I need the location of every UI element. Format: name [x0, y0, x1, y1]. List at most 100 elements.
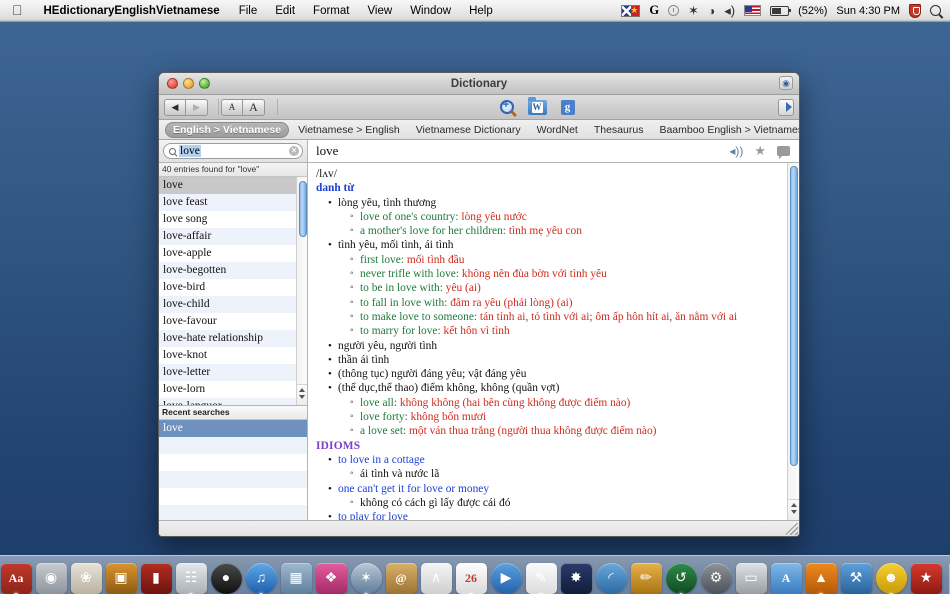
flag-uk-vietnam-icon[interactable] [621, 4, 641, 17]
list-item[interactable]: love [159, 177, 296, 194]
idiom-english[interactable]: one can't get it for love or money [338, 483, 489, 495]
dock-item-app-store[interactable]: A [770, 563, 802, 594]
word-list-scrollbar[interactable] [296, 177, 307, 405]
tab-wordnet[interactable]: WordNet [530, 123, 585, 137]
dock-item-xcode[interactable]: ⚒ [840, 563, 872, 594]
navigation-buttons: ◀ ▶ [164, 98, 208, 116]
menu-item-edit[interactable]: Edit [266, 5, 304, 17]
dock-item-address-book[interactable]: @ [385, 563, 417, 594]
dock-item-image-capture[interactable]: ◉ [35, 563, 67, 594]
wifi-icon[interactable]: ◑ [708, 4, 715, 18]
idiom-english[interactable]: to play for love [338, 511, 408, 520]
google-icon[interactable]: g [560, 99, 575, 115]
list-item[interactable]: love-favour [159, 313, 296, 330]
back-button[interactable]: ◀ [164, 98, 186, 116]
sense-item: (thể dục,thể thao) điểm không, không (qu… [328, 381, 782, 438]
speaker-pronounce-icon[interactable]: ◂)) [729, 144, 743, 158]
tab-vietnamese-dictionary[interactable]: Vietnamese Dictionary [409, 123, 528, 137]
flag-us-icon[interactable] [744, 5, 762, 16]
list-item[interactable]: love-letter [159, 364, 296, 381]
g-status-icon[interactable]: G [649, 3, 659, 18]
menu-item-window[interactable]: Window [401, 5, 460, 17]
dock-item-stuffit[interactable]: ✸ [560, 563, 592, 594]
dock-item-safari[interactable]: ✶ [350, 563, 382, 594]
dock-item-itunes[interactable]: ♫ [245, 563, 277, 594]
dock-item-vlc[interactable]: ▲ [805, 563, 837, 594]
minimize-button[interactable] [183, 78, 194, 89]
scrollbar-arrows[interactable] [788, 499, 799, 520]
scrollbar-thumb[interactable] [789, 166, 798, 466]
list-item[interactable]: love-affair [159, 228, 296, 245]
dock-item-dvd-disc[interactable]: ● [210, 563, 242, 594]
word-list[interactable]: love love feast love song love-affair lo… [159, 177, 296, 405]
tab-thesaurus[interactable]: Thesaurus [587, 123, 651, 137]
dock-item-dictionary[interactable]: Aa [0, 563, 32, 594]
resize-handle[interactable] [786, 523, 798, 535]
menu-item-format[interactable]: Format [304, 5, 358, 17]
toolbar-toggle-icon[interactable]: ◉ [779, 76, 793, 90]
dock-item-promo-app[interactable]: ★ [910, 563, 942, 594]
list-item[interactable]: love [159, 420, 307, 437]
dock-item-spaces[interactable]: ▦ [280, 563, 312, 594]
dock-item-facetime[interactable]: ▶ [490, 563, 522, 594]
dock-item-textedit[interactable]: ✎ [525, 563, 557, 594]
list-item[interactable]: love-knot [159, 347, 296, 364]
zoom-in-icon[interactable] [499, 99, 514, 114]
forward-button[interactable]: ▶ [186, 98, 208, 116]
dock-item-system-prefs[interactable]: ⚙ [700, 563, 732, 594]
dock-item-openoffice[interactable]: ◜ [595, 563, 627, 594]
window-titlebar[interactable]: Dictionary ◉ [159, 73, 799, 95]
dock-item-photo-booth[interactable]: ▣ [105, 563, 137, 594]
decrease-font-button[interactable]: A [221, 98, 243, 116]
dock-item-ilife[interactable]: ❖ [315, 563, 347, 594]
scrollbar-thumb[interactable] [298, 181, 307, 237]
open-drawer-icon[interactable] [778, 98, 794, 116]
list-item[interactable]: love-child [159, 296, 296, 313]
bluetooth-icon[interactable]: ✶ [688, 3, 699, 19]
list-item[interactable]: love-hate relationship [159, 330, 296, 347]
menu-item-help[interactable]: Help [460, 5, 502, 17]
recent-searches-list[interactable]: love [159, 420, 307, 520]
close-button[interactable] [167, 78, 178, 89]
dock-item-timemachine[interactable]: ↺ [665, 563, 697, 594]
dock-item-preview[interactable]: ☷ [175, 563, 207, 594]
dock-item-smiley-app[interactable]: ☻ [875, 563, 907, 594]
dock-item-ichat[interactable]: ∧ [420, 563, 452, 594]
list-item[interactable]: love-bird [159, 279, 296, 296]
time-machine-icon[interactable] [668, 5, 680, 16]
increase-font-button[interactable]: A [243, 98, 265, 116]
dock-item-dvd-player[interactable]: ▮ [140, 563, 172, 594]
list-item[interactable]: love song [159, 211, 296, 228]
menu-item-file[interactable]: File [230, 5, 267, 17]
spotlight-search-icon[interactable] [930, 5, 941, 16]
clear-search-icon[interactable]: ✕ [289, 146, 299, 156]
note-comment-icon[interactable] [777, 146, 790, 159]
apple-menu-icon[interactable]:  [0, 3, 34, 17]
dock-item-unarchiver[interactable]: ✏ [630, 563, 662, 594]
list-item[interactable]: love-begotten [159, 262, 296, 279]
list-item[interactable]: love-apple [159, 245, 296, 262]
definition-scrollbar[interactable] [787, 163, 799, 520]
list-item[interactable]: love-languor [159, 398, 296, 405]
dock-item-iphoto[interactable]: ❀ [70, 563, 102, 594]
list-item[interactable]: love feast [159, 194, 296, 211]
tab-baamboo-english-vietnamese[interactable]: Baamboo English > Vietnamese [652, 123, 799, 137]
menu-item-view[interactable]: View [358, 5, 401, 17]
scrollbar-arrows[interactable] [297, 384, 307, 405]
dock-item-device-manager[interactable]: ▭ [735, 563, 767, 594]
list-item[interactable]: love-lorn [159, 381, 296, 398]
menubar-clock[interactable]: Sun 4:30 PM [836, 5, 900, 17]
dock-item-ical[interactable]: 26 [455, 563, 487, 594]
battery-icon[interactable] [770, 5, 792, 16]
zoom-button[interactable] [199, 78, 210, 89]
search-input[interactable]: love ✕ [163, 143, 303, 159]
tab-vietnamese-english[interactable]: Vietnamese > English [291, 123, 407, 137]
idiom-english[interactable]: to love in a cottage [338, 454, 425, 466]
antivirus-shield-icon[interactable] [909, 3, 921, 18]
volume-icon[interactable]: ◂) [724, 3, 735, 19]
wikipedia-word-icon[interactable]: W [527, 96, 547, 115]
menu-app-title[interactable]: HEdictionaryEnglishVietnamese [34, 5, 230, 17]
tab-english-vietnamese[interactable]: English > Vietnamese [165, 121, 290, 138]
example-english: never trifle with love: [360, 268, 460, 281]
favorite-star-icon[interactable]: ★ [754, 143, 766, 159]
